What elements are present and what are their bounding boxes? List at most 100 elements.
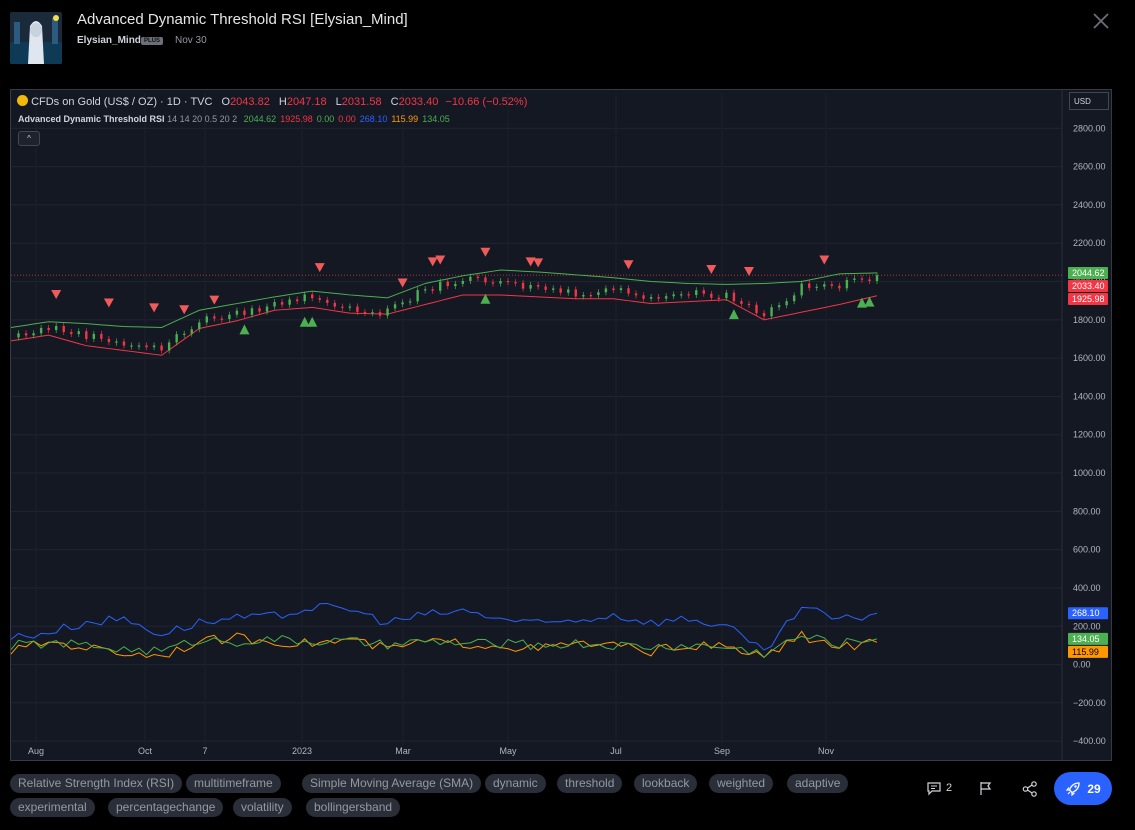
candle-body xyxy=(17,333,20,338)
candle-body xyxy=(341,306,344,308)
candle-body xyxy=(70,332,73,335)
candle-body xyxy=(122,341,126,346)
candle-body xyxy=(717,297,721,299)
gold-symbol-icon xyxy=(17,95,28,106)
candle-body xyxy=(100,333,103,339)
change-value: −10.66 (−0.52%) xyxy=(445,96,528,108)
boost-button[interactable]: 29 xyxy=(1054,772,1112,805)
y-tick-label: 1000.00 xyxy=(1073,468,1106,478)
tag-chip[interactable]: multitimeframe xyxy=(186,774,281,793)
y-tick-label: 2400.00 xyxy=(1073,200,1106,210)
candle-body xyxy=(536,284,540,287)
series-line-upper-band xyxy=(10,269,878,328)
candle-body xyxy=(311,294,314,299)
tag-chip[interactable]: volatility xyxy=(233,798,292,817)
close-value: 2033.40 xyxy=(398,96,439,108)
price-label-text: 134.05 xyxy=(1072,634,1100,644)
tag-chip[interactable]: threshold xyxy=(557,774,623,793)
share-button[interactable] xyxy=(1021,780,1039,803)
sell-signal-marker xyxy=(314,263,325,273)
candle-body xyxy=(393,304,397,309)
open-label: O xyxy=(221,96,231,108)
low-value: 2031.58 xyxy=(341,96,382,108)
candle-body xyxy=(115,341,118,343)
buy-signal-marker xyxy=(239,324,250,335)
tag-chip[interactable]: experimental xyxy=(10,798,95,817)
candle-body xyxy=(145,345,148,348)
tag-chip[interactable]: Simple Moving Average (SMA) xyxy=(302,774,482,793)
tag-chip[interactable]: weighted xyxy=(709,774,774,793)
candle-body xyxy=(250,308,254,315)
sell-signal-marker xyxy=(480,247,491,257)
collapse-legend-button[interactable]: ^ xyxy=(18,131,40,146)
candle-body xyxy=(680,294,683,296)
candle-body xyxy=(303,294,306,302)
candle-body xyxy=(597,292,600,296)
candle-body xyxy=(777,305,781,308)
candle-body xyxy=(265,306,269,312)
x-tick-label: 2023 xyxy=(292,746,312,756)
candle-body xyxy=(649,297,653,299)
tag-chip[interactable]: dynamic xyxy=(485,774,546,793)
candle-body xyxy=(295,299,299,302)
candle-body xyxy=(589,295,593,297)
indicator-value: 2044.62 xyxy=(243,114,277,124)
report-button[interactable] xyxy=(978,780,994,801)
symbol-interval[interactable]: 1D xyxy=(167,96,181,108)
tag-chip[interactable]: bollingersband xyxy=(306,798,401,817)
candle-body xyxy=(258,308,261,312)
y-tick-label: 2200.00 xyxy=(1073,238,1106,248)
indicator-name[interactable]: Advanced Dynamic Threshold RSI xyxy=(18,114,165,124)
candle-body xyxy=(860,278,864,280)
x-tick-label: Sep xyxy=(714,746,730,756)
indicator-params: 14 14 20 0.5 20 2 xyxy=(167,114,238,124)
candle-body xyxy=(439,281,442,291)
comments-button[interactable]: 2 xyxy=(926,780,952,796)
candle-body xyxy=(664,296,668,299)
candle-body xyxy=(582,295,585,297)
candle-body xyxy=(39,327,43,334)
indicator-value: 0.00 xyxy=(338,114,356,124)
candle-body xyxy=(853,278,856,280)
tag-chip[interactable]: Relative Strength Index (RSI) xyxy=(10,774,183,793)
candle-body xyxy=(770,307,773,317)
candle-body xyxy=(792,295,796,302)
flag-icon xyxy=(980,782,992,795)
candle-body xyxy=(326,299,329,303)
candle-body xyxy=(183,333,186,335)
candle-body xyxy=(785,301,788,306)
high-label: H xyxy=(278,96,287,108)
chart-canvas[interactable]: 2800.002600.002400.002200.002000.001800.… xyxy=(0,0,1135,830)
candle-body xyxy=(198,322,201,330)
candle-body xyxy=(800,283,803,296)
tag-chip[interactable]: adaptive xyxy=(787,774,849,793)
comments-count: 2 xyxy=(946,782,953,794)
indicator-value: 1925.98 xyxy=(280,114,313,124)
candle-body xyxy=(190,329,193,334)
candle-body xyxy=(175,334,178,343)
candle-body xyxy=(356,306,359,312)
candle-body xyxy=(461,280,465,284)
candle-body xyxy=(273,302,276,307)
sell-signal-marker xyxy=(533,258,544,268)
y-tick-label: 400.00 xyxy=(1073,583,1101,593)
tag-chip[interactable]: lookback xyxy=(634,774,698,793)
candle-body xyxy=(243,310,246,315)
symbol-name[interactable]: CFDs on Gold (US$ / OZ) xyxy=(31,96,157,108)
candle-body xyxy=(228,314,231,319)
currency-selector[interactable]: USD xyxy=(1069,92,1109,110)
candle-body xyxy=(740,301,743,304)
candle-body xyxy=(612,288,615,291)
candle-body xyxy=(755,304,758,314)
close-label: C xyxy=(390,96,399,108)
x-tick-label: Aug xyxy=(28,746,44,756)
candle-body xyxy=(137,345,141,347)
candle-body xyxy=(830,284,834,286)
buy-signal-marker xyxy=(307,316,318,327)
candle-body xyxy=(408,301,412,303)
candle-body xyxy=(160,345,163,351)
indicator-value: 134.05 xyxy=(422,114,450,124)
sell-signal-marker xyxy=(209,295,220,305)
candle-body xyxy=(92,333,96,339)
tag-chip[interactable]: percentagechange xyxy=(108,798,224,817)
